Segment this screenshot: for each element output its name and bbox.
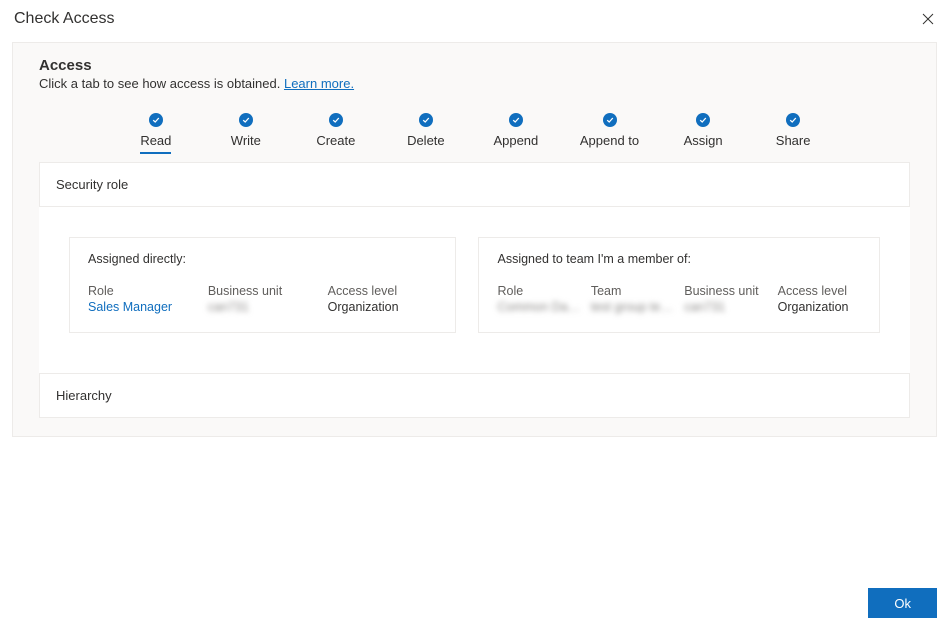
check-icon: [603, 113, 617, 127]
tab-label: Share: [776, 133, 811, 152]
team-bu-value[interactable]: can731: [684, 300, 767, 314]
check-icon: [329, 113, 343, 127]
hierarchy-heading: Hierarchy: [56, 388, 893, 403]
tab-delete[interactable]: Delete: [400, 113, 452, 154]
tab-read[interactable]: Read: [130, 113, 182, 154]
direct-bu-label: Business unit: [208, 284, 318, 298]
tab-assign[interactable]: Assign: [677, 113, 729, 154]
check-icon: [239, 113, 253, 127]
direct-bu-value[interactable]: can731: [208, 300, 318, 314]
security-role-heading: Security role: [56, 177, 893, 192]
team-role-value[interactable]: Common Data Servi…: [497, 300, 580, 314]
assigned-team-box: Assigned to team I'm a member of: Role C…: [478, 237, 880, 333]
security-role-card: Security role: [39, 162, 910, 207]
check-icon: [419, 113, 433, 127]
check-icon: [149, 113, 163, 127]
team-access-value: Organization: [778, 300, 861, 314]
direct-role-value[interactable]: Sales Manager: [88, 300, 198, 314]
section-subtitle: Click a tab to see how access is obtaine…: [39, 76, 910, 91]
tab-label: Append to: [580, 133, 639, 152]
check-icon: [696, 113, 710, 127]
assigned-directly-caption: Assigned directly:: [88, 252, 437, 266]
direct-role-label: Role: [88, 284, 198, 298]
team-team-label: Team: [591, 284, 674, 298]
tab-create[interactable]: Create: [310, 113, 362, 154]
close-icon[interactable]: [921, 12, 935, 26]
tab-append-to[interactable]: Append to: [580, 113, 639, 154]
assigned-directly-box: Assigned directly: Role Sales Manager Bu…: [69, 237, 456, 333]
team-access-label: Access level: [778, 284, 861, 298]
section-subtitle-text: Click a tab to see how access is obtaine…: [39, 76, 284, 91]
assigned-team-caption: Assigned to team I'm a member of:: [497, 252, 861, 266]
learn-more-link[interactable]: Learn more.: [284, 76, 354, 91]
check-icon: [509, 113, 523, 127]
tab-label: Delete: [407, 133, 445, 152]
access-tabs: Read Write Create Delete Append: [39, 113, 910, 154]
direct-access-label: Access level: [328, 284, 438, 298]
tab-write[interactable]: Write: [220, 113, 272, 154]
dialog-title: Check Access: [14, 10, 114, 28]
access-panel: Access Click a tab to see how access is …: [12, 42, 937, 437]
tab-label: Append: [493, 133, 538, 152]
ok-button[interactable]: Ok: [868, 588, 937, 618]
security-role-details: Assigned directly: Role Sales Manager Bu…: [39, 207, 910, 373]
team-role-label: Role: [497, 284, 580, 298]
tab-label: Write: [231, 133, 261, 152]
hierarchy-card: Hierarchy: [39, 373, 910, 418]
tab-share[interactable]: Share: [767, 113, 819, 154]
team-bu-label: Business unit: [684, 284, 767, 298]
section-title: Access: [39, 57, 910, 74]
tab-label: Create: [316, 133, 355, 152]
check-icon: [786, 113, 800, 127]
tab-label: Assign: [684, 133, 723, 152]
direct-access-value: Organization: [328, 300, 438, 314]
team-team-value[interactable]: test group team: [591, 300, 674, 314]
tab-append[interactable]: Append: [490, 113, 542, 154]
tab-label: Read: [140, 133, 171, 154]
